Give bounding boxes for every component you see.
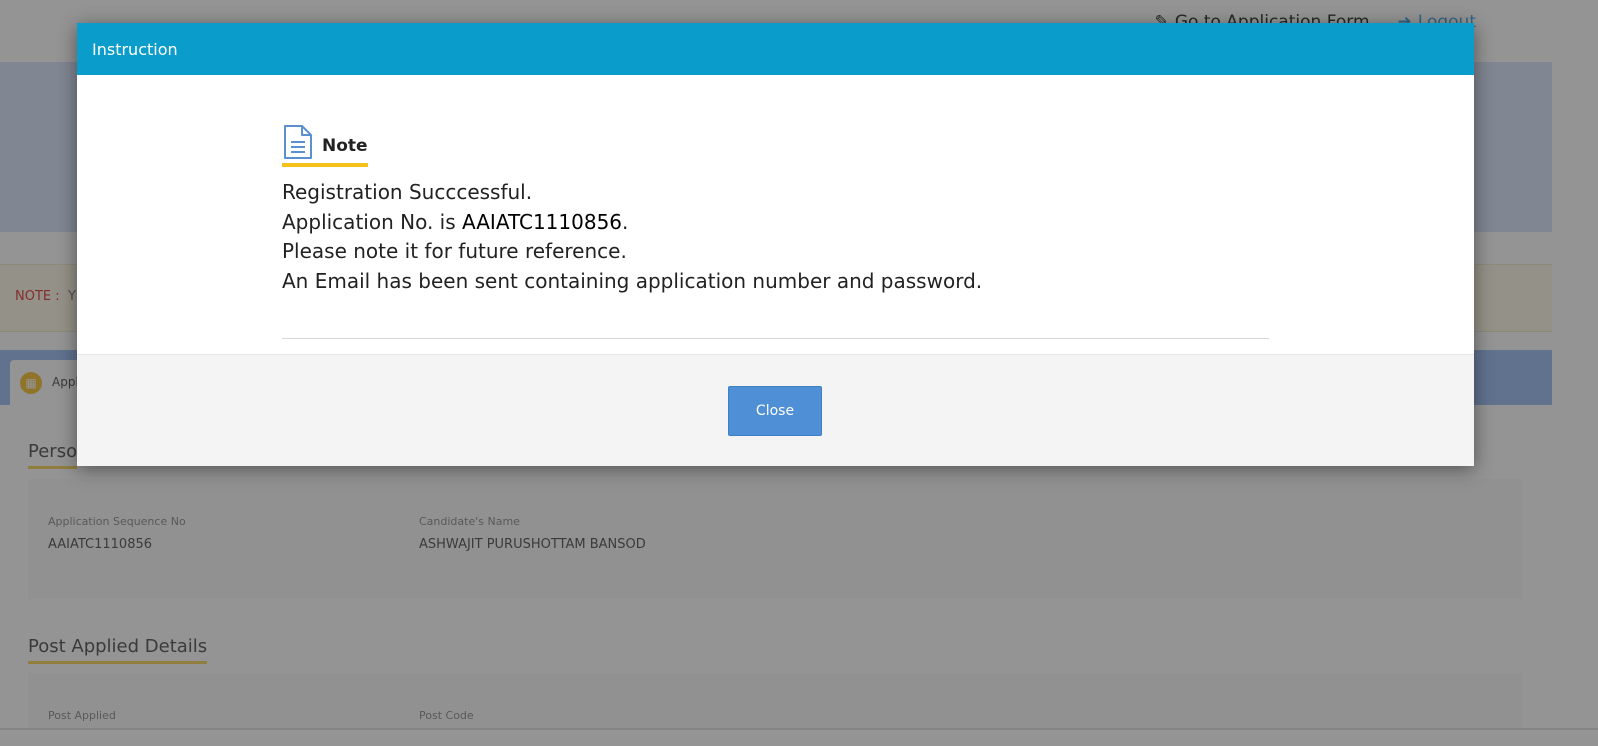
application-number-line: Application No. is AAIATC1110856. bbox=[282, 210, 628, 234]
modal-header: Instruction bbox=[77, 23, 1474, 75]
document-icon bbox=[282, 124, 314, 160]
instruction-modal: Instruction Note Registration Succcessfu… bbox=[77, 23, 1474, 466]
email-sent-text: An Email has been sent containing applic… bbox=[282, 269, 983, 293]
modal-divider bbox=[282, 338, 1269, 339]
registration-success-text: Registration Succcessful. bbox=[282, 180, 533, 204]
future-reference-text: Please note it for future reference. bbox=[282, 239, 627, 263]
application-number-prefix: Application No. is bbox=[282, 210, 462, 234]
note-heading: Note bbox=[282, 124, 368, 167]
modal-footer: Close bbox=[77, 354, 1474, 466]
application-number-suffix: . bbox=[622, 210, 629, 234]
modal-title: Instruction bbox=[92, 40, 178, 59]
close-button[interactable]: Close bbox=[728, 386, 822, 436]
note-title: Note bbox=[322, 136, 368, 156]
application-number-value: AAIATC1110856 bbox=[462, 210, 623, 234]
